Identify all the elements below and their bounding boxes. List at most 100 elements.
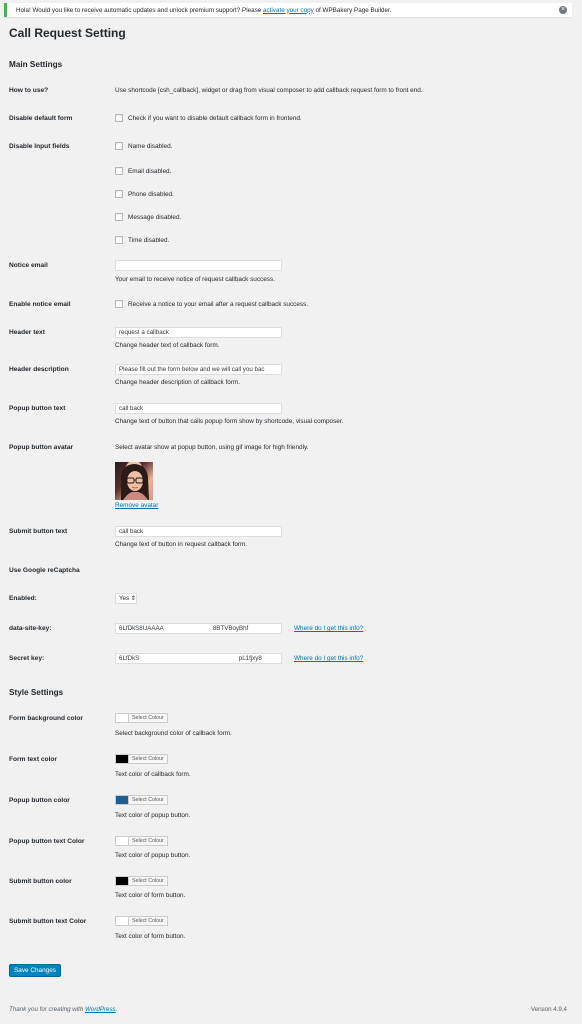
name-disabled-label: Name disabled. [128, 142, 173, 150]
time-disabled-row: Time disabled. [115, 236, 169, 244]
enable-notice-email-row: Receive a notice to your email after a r… [115, 300, 308, 308]
form-text-color-picker[interactable]: Select Colour [115, 753, 168, 764]
submit-button-text-color-picker[interactable]: Select Colour [115, 915, 168, 926]
select-colour-button[interactable]: Select Colour [129, 712, 168, 723]
save-changes-button[interactable]: Save Changes [9, 964, 61, 977]
header-description-input[interactable]: Please fill out the form below and we wi… [115, 364, 282, 375]
form-bg-color-picker[interactable]: Select Colour [115, 712, 168, 723]
wordpress-link[interactable]: WordPress [85, 1006, 116, 1013]
submit-button-color-picker[interactable]: Select Colour [115, 875, 168, 886]
select-colour-button[interactable]: Select Colour [129, 915, 168, 926]
message-disabled-checkbox[interactable] [115, 213, 123, 221]
popup-button-text-desc: Change text of button that calls popup f… [115, 418, 344, 425]
page-title: Call Request Setting [9, 26, 126, 40]
avatar-portrait [121, 464, 149, 500]
color-swatch[interactable] [115, 753, 129, 764]
how-to-use-label: How to use? [9, 87, 49, 94]
form-text-color-label: Form text color [9, 756, 57, 763]
popup-button-avatar-label: Popup button avatar [9, 444, 74, 451]
how-to-use-text: Use shortcode [csh_callback], widget or … [115, 87, 423, 94]
footer-version: Version 4.9.4 [530, 1006, 567, 1013]
header-text-label: Header text [9, 329, 45, 336]
main-settings-heading: Main Settings [9, 60, 63, 69]
popup-button-text-input[interactable]: call back [115, 403, 282, 414]
enable-notice-email-label: Enable notice email [9, 301, 71, 308]
avatar[interactable] [115, 462, 153, 500]
form-bg-color-label: Form background color [9, 715, 84, 722]
email-disabled-row: Email disabled. [115, 167, 171, 175]
secret-key-value: 6LfDkS [119, 655, 140, 662]
popup-button-color-desc: Text color of popup button. [115, 812, 191, 819]
popup-button-color-label: Popup button color [9, 797, 70, 804]
message-disabled-label: Message disabled. [128, 213, 182, 221]
secret-key-input[interactable]: 6LfDkS pL1fjxy8 [115, 653, 282, 664]
header-text-input[interactable]: request a callback [115, 327, 282, 338]
recaptcha-enabled-select[interactable]: Yes ⇕ [115, 593, 137, 604]
secret-key-help-link[interactable]: Where do I get this info? [294, 655, 363, 662]
color-swatch[interactable] [115, 835, 129, 846]
activate-link[interactable]: activate your copy [263, 7, 314, 14]
disable-default-form-checkbox-label: Check if you want to disable default cal… [128, 114, 302, 122]
popup-button-text-label: Popup button text [9, 405, 66, 412]
submit-button-color-label: Submit button color [9, 878, 72, 885]
popup-button-text-color-desc: Text color of popup button. [115, 852, 191, 859]
enable-notice-email-checkbox[interactable] [115, 300, 123, 308]
popup-button-avatar-desc: Select avatar show at popup button, usin… [115, 444, 309, 451]
time-disabled-checkbox[interactable] [115, 236, 123, 244]
submit-button-text-color-desc: Text color of form button. [115, 933, 186, 940]
secret-key-label: Secret key: [9, 655, 45, 662]
header-description-desc: Change header description of callback fo… [115, 379, 241, 386]
notice-email-input[interactable] [115, 260, 282, 271]
submit-button-text-color-label: Submit button text Color [9, 918, 87, 925]
disable-default-form-checkbox[interactable] [115, 114, 123, 122]
message-disabled-row: Message disabled. [115, 213, 181, 221]
recaptcha-enabled-label: Enabled: [9, 595, 37, 602]
popup-button-color-picker[interactable]: Select Colour [115, 794, 168, 805]
email-disabled-checkbox[interactable] [115, 167, 123, 175]
secret-key-value-end: pL1fjxy8 [238, 655, 262, 662]
select-colour-button[interactable]: Select Colour [129, 753, 168, 764]
header-description-label: Header description [9, 366, 69, 373]
select-colour-button[interactable]: Select Colour [129, 875, 168, 886]
disable-default-form-label: Disable default form [9, 115, 73, 122]
select-arrows-icon: ⇕ [129, 595, 136, 602]
submit-button-text-desc: Change text of button in request callbac… [115, 541, 248, 548]
phone-disabled-row: Phone disabled. [115, 190, 174, 198]
site-key-input[interactable]: 6LfDkS8UAAAA 8BTVBoyBhf [115, 623, 282, 634]
email-disabled-label: Email disabled. [128, 167, 172, 175]
submit-button-text-input[interactable]: call back [115, 526, 282, 537]
form-bg-color-desc: Select background color of callback form… [115, 730, 232, 737]
name-disabled-checkbox[interactable] [115, 142, 123, 150]
recaptcha-label: Use Google reCaptcha [9, 567, 80, 574]
phone-disabled-label: Phone disabled. [128, 190, 174, 198]
time-disabled-label: Time disabled. [128, 236, 170, 244]
style-settings-heading: Style Settings [9, 688, 64, 697]
color-swatch[interactable] [115, 794, 129, 805]
enable-notice-email-checkbox-label: Receive a notice to your email after a r… [128, 300, 309, 308]
site-key-help-link[interactable]: Where do I get this info? [294, 625, 363, 632]
site-key-value: 6LfDkS8UAAAA [119, 625, 164, 632]
submit-button-text-label: Submit button text [9, 528, 68, 535]
submit-button-color-desc: Text color of form button. [115, 892, 186, 899]
name-disabled-row: Name disabled. [115, 142, 172, 150]
color-swatch[interactable] [115, 712, 129, 723]
disable-default-form-row: Check if you want to disable default cal… [115, 114, 302, 122]
footer-credit: Thank you for creating with WordPress. [9, 1006, 118, 1013]
remove-avatar-link[interactable]: Remove avatar [115, 502, 158, 509]
site-key-value-end: 8BTVBoyBhf [212, 625, 249, 632]
admin-notice: Hola! Would you like to receive automati… [4, 3, 572, 17]
notice-email-desc: Your email to receive notice of request … [115, 276, 275, 283]
color-swatch[interactable] [115, 915, 129, 926]
form-text-color-desc: Text color of callback form. [115, 771, 191, 778]
notice-text: Hola! Would you like to receive automati… [16, 6, 392, 14]
close-icon[interactable]: × [559, 6, 567, 14]
select-colour-button[interactable]: Select Colour [129, 835, 168, 846]
color-swatch[interactable] [115, 875, 129, 886]
select-colour-button[interactable]: Select Colour [129, 794, 168, 805]
phone-disabled-checkbox[interactable] [115, 190, 123, 198]
disable-input-fields-label: Disable Input fields [9, 143, 70, 150]
notice-email-label: Notice email [9, 262, 48, 269]
header-text-desc: Change header text of callback form. [115, 342, 220, 349]
site-key-label: data-site-key: [9, 625, 52, 632]
popup-button-text-color-picker[interactable]: Select Colour [115, 835, 168, 846]
